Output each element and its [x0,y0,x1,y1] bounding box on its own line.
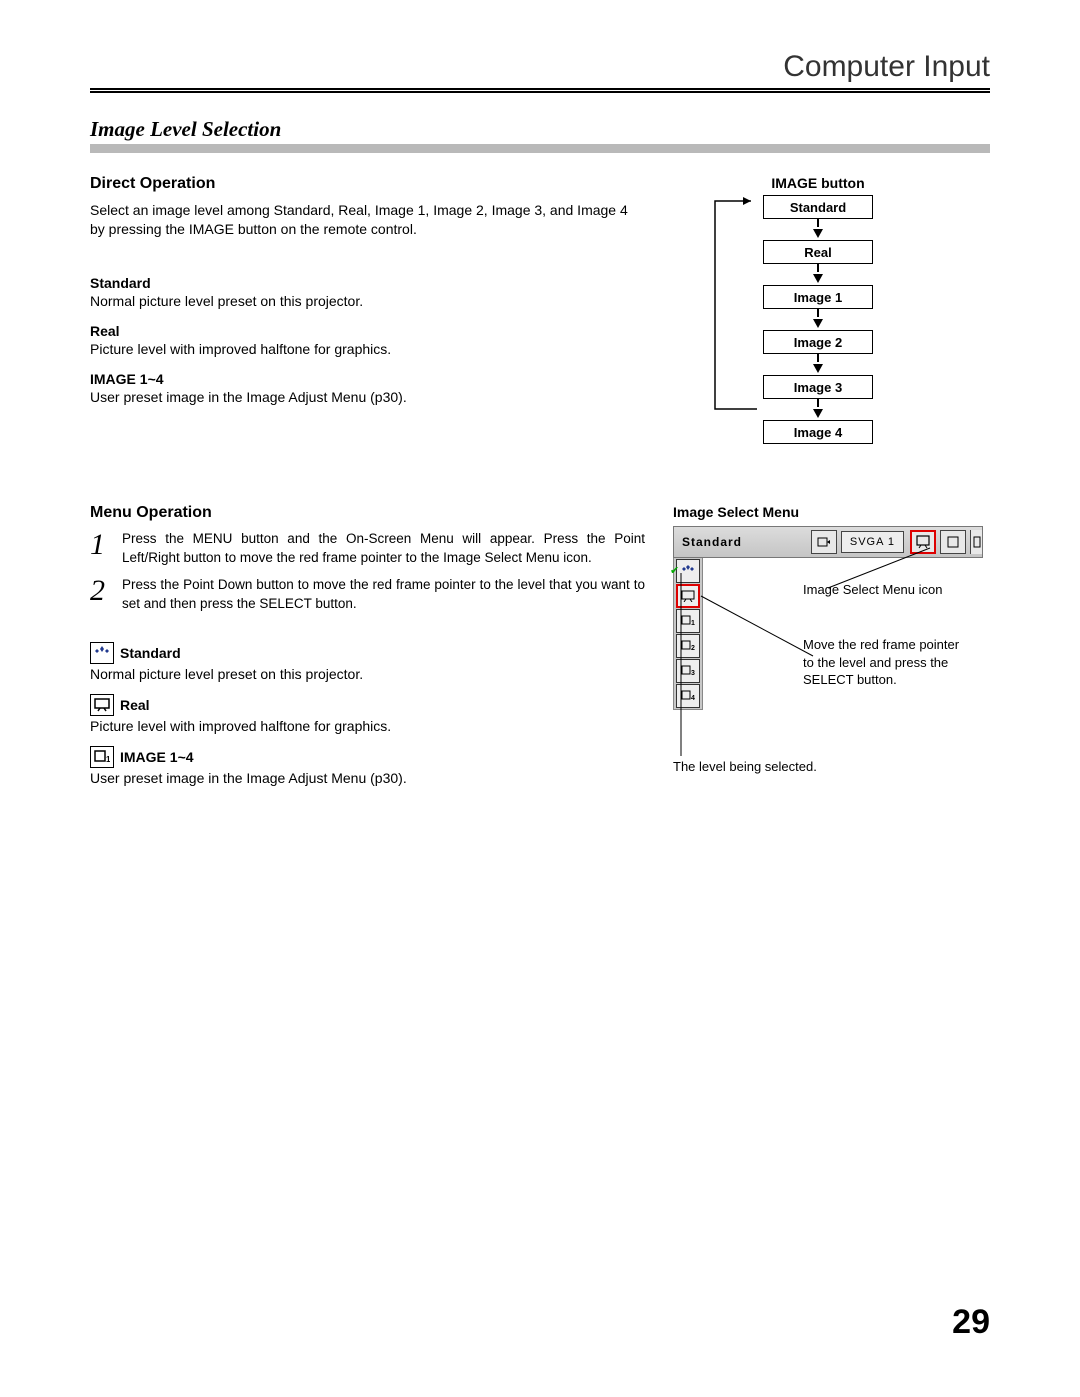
svg-text:4: 4 [691,695,695,702]
term-standard: Standard [90,275,645,291]
svg-text:2: 2 [691,645,695,652]
level-real-box: Real [763,240,873,264]
mode-label-real: Real [120,697,150,713]
page-header-title: Computer Input [90,50,990,84]
arrow-down-icon [813,364,823,373]
menu-operation-heading: Menu Operation [90,504,645,522]
mode-label-standard: Standard [120,645,181,661]
def-standard: Normal picture level preset on this proj… [90,293,645,309]
callout-1: Image Select Menu icon [803,581,942,599]
callout-3: The level being selected. [673,758,817,776]
direct-operation-heading: Direct Operation [90,175,645,193]
svg-text:1: 1 [106,755,110,764]
ism-svga-label: SVGA 1 [841,531,904,553]
callout-2: Move the red frame pointer to the level … [803,636,973,689]
svg-text:3: 3 [691,670,695,677]
level-standard-box: Standard [763,195,873,219]
menu-overflow-icon [970,530,982,554]
mode-label-image14: IMAGE 1~4 [120,749,194,765]
side-real-icon [676,584,700,608]
page-number: 29 [952,1303,990,1342]
level-image1-box: Image 1 [763,285,873,309]
step-number-1: 1 [90,530,122,560]
step-text-1: Press the MENU button and the On-Screen … [122,530,645,568]
input-source-icon [811,530,837,554]
side-standard-icon: ✔ [676,559,700,583]
term-image14: IMAGE 1~4 [90,371,645,387]
arrow-down-icon [813,274,823,283]
step-number-2: 2 [90,576,122,606]
header-rule [90,88,990,93]
side-preset-2-icon: 2 [676,634,700,658]
diagram-title: IMAGE button [713,175,923,191]
term-real: Real [90,323,645,339]
arrow-down-icon [813,229,823,238]
mode-def-standard: Normal picture level preset on this proj… [90,666,645,682]
step-text-2: Press the Point Down button to move the … [122,576,645,614]
mode-def-real: Picture level with improved halftone for… [90,718,645,734]
screen-icon [90,694,114,716]
image-select-menu-diagram: Standard SVGA 1 [673,526,983,710]
side-preset-1-icon: 1 [676,609,700,633]
level-image3-box: Image 3 [763,375,873,399]
check-icon: ✔ [670,564,679,577]
direct-operation-intro: Select an image level among Standard, Re… [90,201,645,239]
sparkle-icon [90,642,114,664]
def-image14: User preset image in the Image Adjust Me… [90,389,645,405]
level-image4-box: Image 4 [763,420,873,444]
mode-def-image14: User preset image in the Image Adjust Me… [90,770,645,786]
preset1-icon: 1 [90,746,114,768]
level-image2-box: Image 2 [763,330,873,354]
section-title: Image Level Selection [90,117,990,142]
section-underline [90,144,990,153]
adjust-menu-icon [940,530,966,554]
svg-text:1: 1 [691,620,695,627]
cycle-return-arrow [707,195,767,415]
side-preset-4-icon: 4 [676,684,700,708]
side-preset-3-icon: 3 [676,659,700,683]
image-select-menu-title: Image Select Menu [673,504,983,520]
arrow-down-icon [813,409,823,418]
image-select-menu-icon [910,530,936,554]
arrow-down-icon [813,319,823,328]
def-real: Picture level with improved halftone for… [90,341,645,357]
ism-current-label: Standard [674,535,811,549]
